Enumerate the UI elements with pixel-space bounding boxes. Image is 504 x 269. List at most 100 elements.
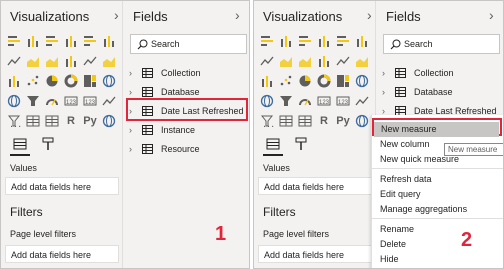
line-column-icon[interactable]: [317, 54, 331, 68]
more-visuals-button[interactable]: ...: [10, 118, 22, 130]
pie-chart-icon-glyph: [46, 75, 58, 87]
scatter-icon[interactable]: [26, 74, 40, 88]
stacked-column-icon[interactable]: [26, 34, 40, 48]
menu-item-delete[interactable]: Delete: [372, 237, 503, 252]
pie-chart-icon[interactable]: [45, 74, 59, 88]
arcgis-icon[interactable]: [355, 114, 369, 128]
chevron-expand-icon[interactable]: ›: [382, 87, 392, 97]
100-column-icon[interactable]: [102, 34, 116, 48]
line-chart-icon[interactable]: [7, 54, 21, 68]
stacked-bar-icon[interactable]: [7, 34, 21, 48]
treemap-icon[interactable]: [336, 74, 350, 88]
chevron-right-icon[interactable]: ›: [489, 7, 494, 23]
clustered-column-icon[interactable]: [64, 34, 78, 48]
table-name: Resource: [161, 144, 200, 154]
menu-item-manage-aggregations[interactable]: Manage aggregations: [372, 202, 503, 217]
chevron-right-icon[interactable]: ›: [114, 7, 119, 23]
chevron-right-icon[interactable]: ›: [235, 7, 240, 23]
scatter-icon[interactable]: [279, 74, 293, 88]
waterfall-icon-glyph: [9, 76, 19, 87]
filled-map-icon[interactable]: [260, 94, 274, 108]
table-icon[interactable]: [26, 114, 40, 128]
matrix-icon[interactable]: [298, 114, 312, 128]
gauge-icon[interactable]: [45, 94, 59, 108]
card-icon[interactable]: 123: [64, 94, 78, 108]
kpi-icon[interactable]: [355, 94, 369, 108]
filters-drop-well[interactable]: Add data fields here: [258, 245, 372, 263]
menu-item-edit-query[interactable]: Edit query: [372, 187, 503, 202]
menu-item-new-measure[interactable]: New measure: [374, 122, 499, 137]
chevron-right-icon[interactable]: ›: [367, 7, 372, 23]
chevron-expand-icon[interactable]: ›: [129, 144, 139, 154]
filters-drop-well[interactable]: Add data fields here: [5, 245, 119, 263]
100-bar-icon[interactable]: [83, 34, 97, 48]
table-row-collection[interactable]: › Collection: [382, 65, 454, 81]
funnel-icon[interactable]: [279, 94, 293, 108]
python-visual-icon[interactable]: Py: [336, 114, 350, 128]
kpi-icon[interactable]: [102, 94, 116, 108]
chevron-expand-icon[interactable]: ›: [382, 68, 392, 78]
fields-search[interactable]: [383, 34, 500, 54]
100-bar-icon[interactable]: [336, 34, 350, 48]
stacked-column-icon[interactable]: [279, 34, 293, 48]
clustered-bar-icon[interactable]: [298, 34, 312, 48]
area-chart-icon[interactable]: [26, 54, 40, 68]
table-row-database[interactable]: › Database: [382, 84, 453, 100]
line-column-icon[interactable]: [64, 54, 78, 68]
area-chart-icon[interactable]: [279, 54, 293, 68]
python-visual-icon[interactable]: Py: [83, 114, 97, 128]
r-visual-icon[interactable]: R: [317, 114, 331, 128]
treemap-icon[interactable]: [83, 74, 97, 88]
fields-search[interactable]: [130, 34, 247, 54]
arcgis-icon[interactable]: [102, 114, 116, 128]
donut-icon[interactable]: [317, 74, 331, 88]
fields-tab-icon[interactable]: [13, 137, 27, 151]
ribbon-chart-icon[interactable]: [355, 54, 369, 68]
ribbon-chart-icon[interactable]: [102, 54, 116, 68]
multi-row-card-icon-glyph: 123: [336, 96, 350, 106]
values-drop-well[interactable]: Add data fields here: [5, 177, 119, 195]
fields-tab-icon[interactable]: [266, 137, 280, 151]
donut-icon[interactable]: [64, 74, 78, 88]
table-row-collection[interactable]: › Collection: [129, 65, 201, 81]
map-icon[interactable]: [102, 74, 116, 88]
table-row-resource[interactable]: › Resource: [129, 141, 200, 157]
chevron-expand-icon[interactable]: ›: [129, 68, 139, 78]
chevron-expand-icon[interactable]: ›: [129, 125, 139, 135]
pie-chart-icon[interactable]: [298, 74, 312, 88]
search-input[interactable]: [151, 37, 241, 51]
menu-item-hide[interactable]: Hide: [372, 252, 503, 267]
filled-map-icon[interactable]: [7, 94, 21, 108]
search-input[interactable]: [404, 37, 494, 51]
clustered-column-icon[interactable]: [317, 34, 331, 48]
waterfall-icon[interactable]: [7, 74, 21, 88]
multi-row-card-icon[interactable]: 123: [83, 94, 97, 108]
ribbon-chart-icon-glyph: [356, 57, 368, 67]
chevron-expand-icon[interactable]: ›: [129, 87, 139, 97]
stacked-area-icon[interactable]: [298, 54, 312, 68]
step-number-1: 1: [215, 223, 227, 245]
table-row-instance[interactable]: › Instance: [129, 122, 195, 138]
funnel-icon[interactable]: [26, 94, 40, 108]
clustered-bar-icon[interactable]: [45, 34, 59, 48]
card-icon[interactable]: 123: [317, 94, 331, 108]
format-paint-roller-icon[interactable]: [294, 137, 308, 151]
line-chart-icon[interactable]: [260, 54, 274, 68]
map-icon[interactable]: [355, 74, 369, 88]
values-drop-well[interactable]: Add data fields here: [258, 177, 372, 195]
stacked-bar-icon[interactable]: [260, 34, 274, 48]
menu-item-refresh-data[interactable]: Refresh data: [372, 172, 503, 187]
100-column-icon[interactable]: [355, 34, 369, 48]
line-clustered-icon[interactable]: [83, 54, 97, 68]
format-paint-roller-icon[interactable]: [41, 137, 55, 151]
gauge-icon[interactable]: [298, 94, 312, 108]
matrix-icon[interactable]: [45, 114, 59, 128]
table-icon[interactable]: [279, 114, 293, 128]
r-visual-icon[interactable]: R: [64, 114, 78, 128]
stacked-area-icon[interactable]: [45, 54, 59, 68]
menu-item-rename[interactable]: Rename: [372, 222, 503, 237]
more-visuals-button[interactable]: ...: [263, 118, 275, 130]
line-clustered-icon[interactable]: [336, 54, 350, 68]
waterfall-icon[interactable]: [260, 74, 274, 88]
multi-row-card-icon[interactable]: 123: [336, 94, 350, 108]
